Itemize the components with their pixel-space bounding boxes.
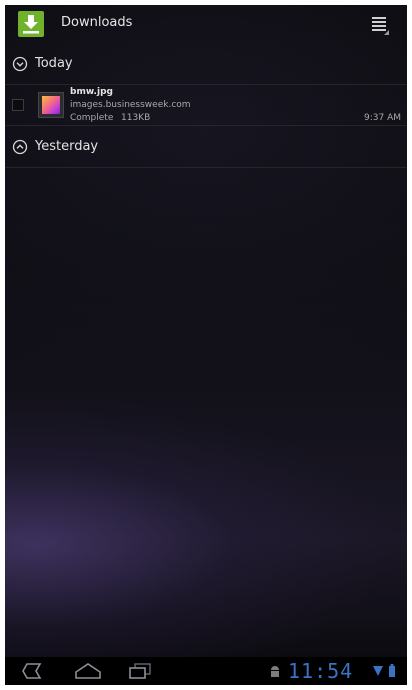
battery-icon	[388, 661, 396, 681]
home-icon[interactable]	[73, 661, 103, 681]
back-icon[interactable]	[19, 661, 43, 681]
section-header-yesterday[interactable]: Yesterday	[5, 136, 407, 162]
download-list-item[interactable]: bmw.jpg images.businessweek.com Complete…	[5, 85, 407, 125]
wifi-icon	[372, 661, 384, 681]
download-status: Complete	[70, 113, 114, 123]
section-label-today: Today	[35, 56, 73, 71]
item-checkbox[interactable]	[12, 99, 24, 111]
system-bar: 11:54	[5, 657, 407, 685]
recent-apps-icon[interactable]	[126, 661, 154, 681]
row-divider	[5, 125, 407, 126]
image-file-icon	[38, 92, 64, 118]
device-frame: Downloads Today bmw.jpg images.businessw…	[5, 5, 407, 685]
chevron-down-circle-icon	[12, 56, 28, 72]
download-icon[interactable]	[18, 11, 44, 37]
system-clock: 11:54	[288, 659, 354, 683]
file-name: bmw.jpg	[70, 87, 113, 97]
image-thumbnail	[42, 96, 60, 114]
chevron-up-circle-icon	[12, 139, 28, 155]
file-source-host: images.businessweek.com	[70, 100, 191, 110]
overflow-menu-icon[interactable]	[369, 14, 391, 36]
app-screen: Downloads Today bmw.jpg images.businessw…	[5, 5, 407, 657]
section-header-today[interactable]: Today	[5, 53, 407, 79]
app-title: Downloads	[61, 15, 133, 30]
action-bar: Downloads	[5, 5, 407, 45]
download-time: 9:37 AM	[364, 113, 401, 123]
file-size: 113KB	[121, 113, 151, 123]
section-divider	[5, 167, 407, 168]
android-debug-icon	[269, 661, 281, 681]
section-label-yesterday: Yesterday	[35, 139, 99, 154]
